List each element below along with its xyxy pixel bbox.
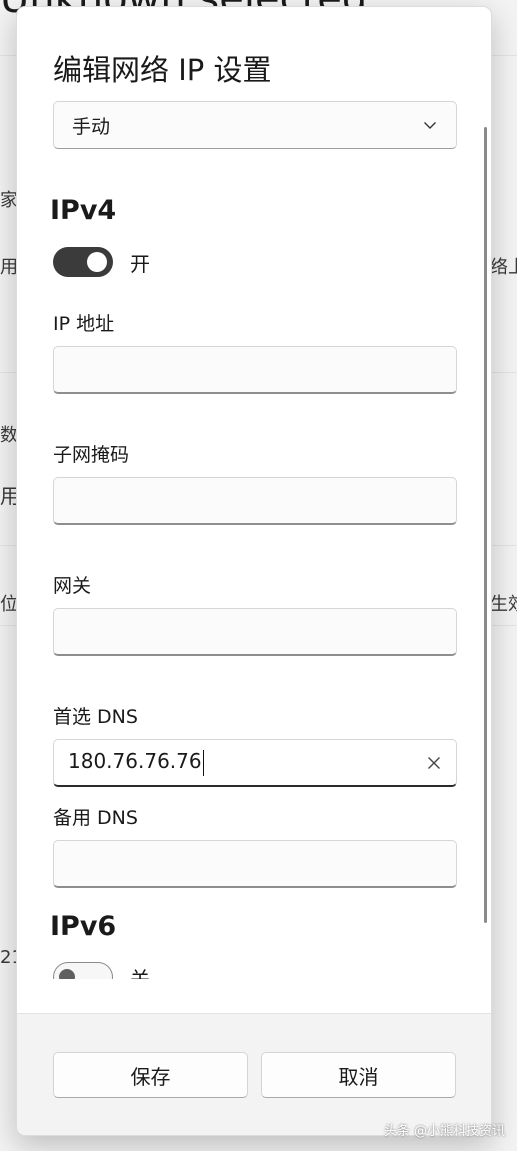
edit-ip-settings-dialog: 编辑网络 IP 设置 手动 IPv4 开 IP 地址 子网掩码 网关 首选 DN	[16, 6, 492, 1136]
ipv6-toggle-row: 关	[53, 962, 150, 979]
dialog-body: 编辑网络 IP 设置 手动 IPv4 开 IP 地址 子网掩码 网关 首选 DN	[17, 7, 491, 979]
ip-assignment-dropdown[interactable]: 手动	[53, 101, 457, 149]
ipv6-toggle[interactable]	[53, 962, 113, 979]
ip-address-input[interactable]	[53, 346, 457, 394]
cancel-button[interactable]: 取消	[261, 1052, 456, 1098]
save-button[interactable]: 保存	[53, 1052, 248, 1098]
ipv4-toggle-row: 开	[53, 247, 150, 277]
ipv4-toggle[interactable]	[53, 247, 113, 277]
background-text: 络上	[490, 257, 517, 278]
subnet-mask-input[interactable]	[53, 477, 457, 525]
gateway-label: 网关	[53, 575, 92, 597]
dialog-footer: 保存 取消	[17, 1013, 491, 1135]
watermark: 头条 @小熊科技资讯	[383, 1124, 505, 1139]
chevron-down-icon	[424, 122, 436, 129]
dialog-scrollbar[interactable]	[484, 127, 487, 923]
ipv4-toggle-label: 开	[130, 251, 150, 276]
gateway-input[interactable]	[53, 608, 457, 656]
ipv4-heading: IPv4	[50, 195, 117, 226]
background-text: 生效	[490, 594, 517, 615]
ip-assignment-selected: 手动	[72, 115, 111, 138]
ipv6-toggle-label: 关	[130, 966, 150, 980]
preferred-dns-input[interactable]: 180.76.76.76	[53, 739, 457, 787]
ipv6-heading: IPv6	[50, 911, 117, 942]
dialog-title: 编辑网络 IP 设置	[53, 53, 272, 87]
text-caret	[202, 749, 205, 776]
alternate-dns-input[interactable]	[53, 840, 457, 888]
ip-address-label: IP 地址	[53, 313, 115, 335]
preferred-dns-label: 首选 DNS	[53, 706, 138, 728]
subnet-mask-label: 子网掩码	[53, 444, 130, 466]
toggle-knob	[59, 969, 75, 979]
close-icon[interactable]	[426, 755, 442, 771]
preferred-dns-value: 180.76.76.76	[68, 749, 202, 774]
alternate-dns-label: 备用 DNS	[53, 807, 138, 829]
preferred-dns-value-wrap: 180.76.76.76	[68, 749, 426, 776]
toggle-knob	[87, 252, 107, 272]
